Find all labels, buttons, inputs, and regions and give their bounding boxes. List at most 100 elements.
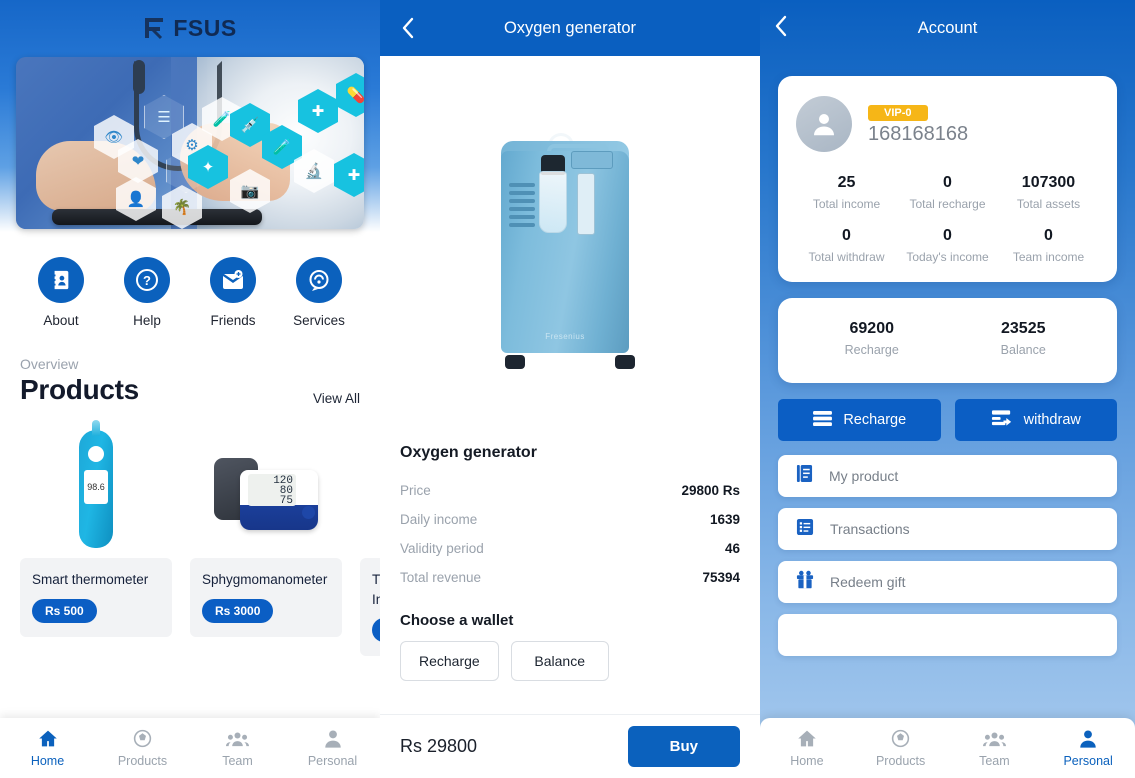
user-avatar-icon[interactable] [796,96,852,152]
withdraw-button[interactable]: withdraw [954,399,1117,441]
detail-title: Oxygen generator [503,18,637,37]
quick-action-help[interactable]: ? Help [108,257,186,328]
menu-item-label: My product [829,468,899,484]
menu-item-transactions[interactable]: Transactions [778,508,1117,550]
detail-app-bar: Oxygen generator [380,0,760,56]
product-card[interactable]: 98.6 Smart thermometer Rs 500 [20,420,172,656]
stat-value: 0 [842,227,851,244]
stat-value: 0 [943,227,952,244]
product-price: Rs 500 [32,599,97,623]
account-id: 168168168 [868,122,969,145]
stat-label: Total recharge [909,197,986,211]
quick-action-label: Services [293,313,345,328]
account-actions-row: Recharge withdraw [778,399,1117,441]
product-card-body: Smart thermometer Rs 500 [20,558,172,637]
tab-personal[interactable]: Personal [1041,728,1135,768]
thermometer-reading: 98.6 [84,470,108,504]
product-brand: Fresenius [545,332,585,341]
svg-text:?: ? [143,273,151,288]
tab-products[interactable]: Products [854,728,948,768]
detail-info-section: Oxygen generator Price 29800 Rs Daily in… [380,444,760,681]
contact-book-icon [38,257,84,303]
stat-value: 107300 [1021,174,1076,191]
menu-item-partial[interactable] [778,614,1117,656]
recharge-button[interactable]: Recharge [778,399,941,441]
product-card-body: Sphygmomanometer Rs 3000 [190,558,342,637]
tab-home[interactable]: Home [0,728,95,768]
product-name: Smart thermometer [32,572,149,587]
menu-item-redeem-gift[interactable]: Redeem gift [778,561,1117,603]
quick-actions-row: About ? Help Friends Services [0,229,380,328]
tab-label: Team [222,753,253,768]
stat-value: 0 [1044,227,1053,244]
menu-item-my-product[interactable]: My product [778,455,1117,497]
tab-home[interactable]: Home [760,728,854,768]
buy-button[interactable]: Buy [627,726,740,767]
account-identity-text: VIP-0 168168168 [868,103,968,146]
balance-available: 23525 Balance [948,320,1100,357]
home-icon [37,728,59,749]
bp-reading: 120 80 75 [248,474,296,507]
personal-icon [323,728,343,749]
stat-total-recharge: 0 Total recharge [897,174,998,211]
stat-label: Total income [812,197,881,211]
stat-label: Team income [1012,250,1085,264]
product-card-body: Th Ins R [360,558,380,657]
vip-badge: VIP-0 [868,104,928,121]
hero-banner-image[interactable]: 👁 ❤ 👤 ☰ ⚙ 🧪 ✦ 🌴 💉 📷 🧪 ✚ 💊 🔬 ✚ [16,57,364,229]
tab-products[interactable]: Products [95,728,190,768]
support-chat-icon [296,257,342,303]
stat-label: Today's income [906,250,989,264]
quick-action-friends[interactable]: Friends [194,257,272,328]
chevron-left-icon[interactable] [394,14,422,42]
quick-action-label: Help [133,313,161,328]
tab-team[interactable]: Team [948,729,1042,768]
logo-text: FSUS [173,14,237,41]
account-stats-grid: 25 Total income 0 Total recharge 107300 … [796,174,1099,264]
tab-label: Team [979,753,1010,768]
thermometer-image: 98.6 [20,420,172,548]
spec-row: Daily income 1639 [400,505,740,534]
team-icon [982,729,1006,749]
spec-value: 75394 [702,570,740,585]
balance-recharge: 69200 Recharge [796,320,948,357]
wallet-option-recharge[interactable]: Recharge [400,641,499,681]
balance-value: 23525 [1001,320,1046,337]
buy-bar: Rs 29800 Buy [380,714,760,778]
product-name: Th Ins [372,572,380,607]
wallet-options-row: Recharge Balance [400,641,740,681]
tab-label: Products [117,754,168,768]
stat-todays-income: 0 Today's income [897,227,998,264]
tab-label: Personal [307,754,358,768]
quick-action-label: Friends [210,313,256,328]
cash-stack-icon [812,410,833,431]
spec-key: Price [400,483,431,498]
stat-value: 25 [837,174,856,191]
product-card[interactable]: Th Ins R [360,428,380,657]
quick-action-about[interactable]: About [22,257,100,328]
tab-label: Home [30,754,65,768]
quick-action-services[interactable]: Services [280,257,358,328]
tab-team[interactable]: Team [190,729,285,768]
stat-label: Total assets [1016,197,1081,211]
spec-key: Total revenue [400,570,482,585]
wallet-option-balance[interactable]: Balance [510,641,609,681]
tablet-graphic [52,209,262,225]
tab-label: Products [875,754,926,768]
bottom-tab-bar: Home Products Team Personal [760,718,1135,778]
product-card[interactable]: 120 80 75 Sphygmomanometer Rs 3000 [190,428,342,656]
question-mark-icon: ? [124,257,170,303]
tab-personal[interactable]: Personal [285,728,380,768]
stat-total-income: 25 Total income [796,174,897,211]
spec-row: Price 29800 Rs [400,476,740,505]
view-all-link[interactable]: View All [313,391,360,406]
stat-label: Total withdraw [808,250,885,264]
spec-key: Validity period [400,541,484,556]
spec-key: Daily income [400,512,478,527]
stat-team-income: 0 Team income [998,227,1099,264]
tab-label: Home [790,754,824,768]
add-contact-envelope-icon [210,257,256,303]
product-price: Rs 3000 [202,599,274,623]
product-carousel[interactable]: 98.6 Smart thermometer Rs 500 1208075 [0,406,380,657]
account-identity-row: VIP-0 168168168 [796,96,1099,152]
